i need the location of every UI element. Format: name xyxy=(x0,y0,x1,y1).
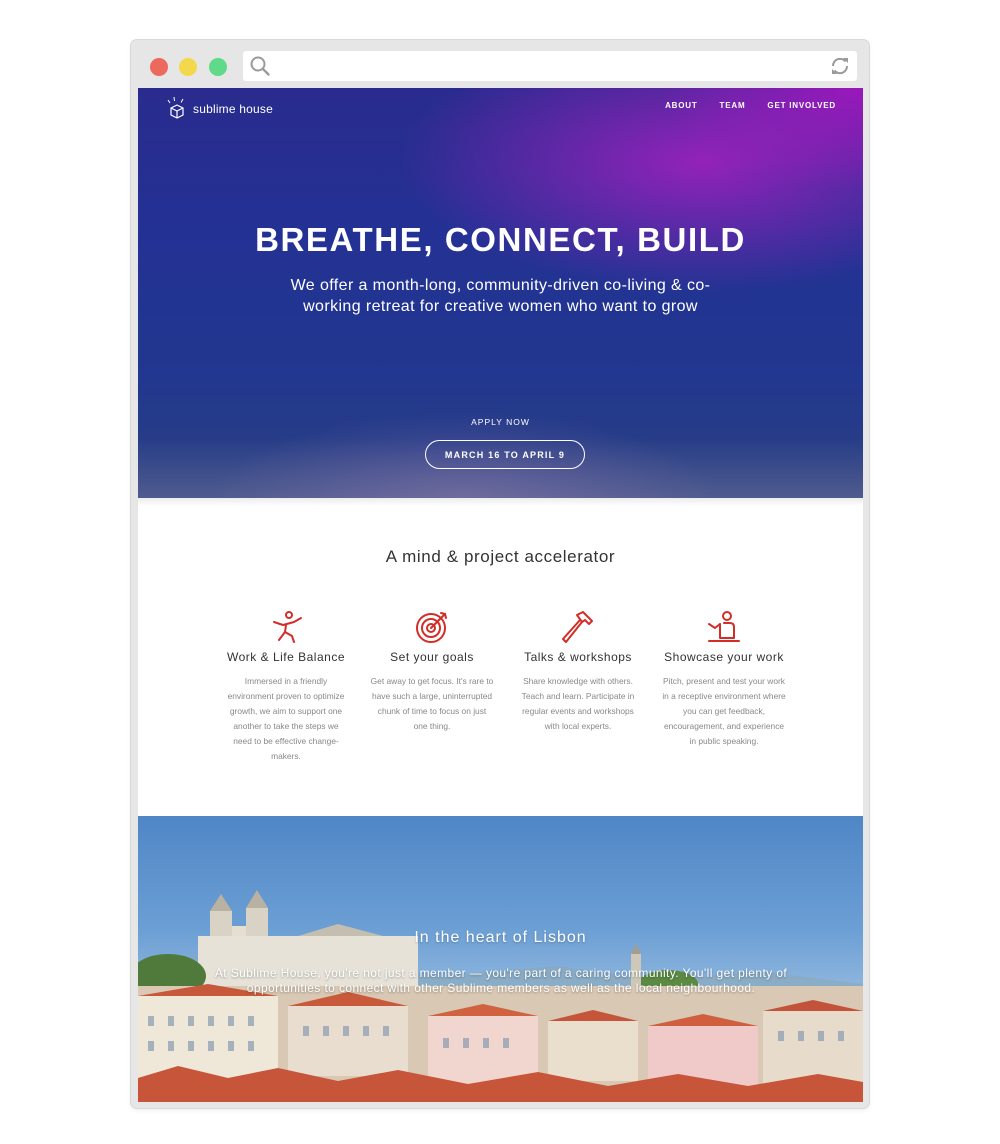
lisbon-section: In the heart of Lisbon At Sublime House,… xyxy=(138,816,863,1102)
hero-section: sublime house ABOUT TEAM GET INVOLVED BR… xyxy=(138,88,863,498)
lisbon-cityscape-image xyxy=(138,890,863,1102)
target-icon xyxy=(416,612,447,643)
feature-item: Work & Life Balance Immersed in a friend… xyxy=(221,610,351,764)
lisbon-title: In the heart of Lisbon xyxy=(414,929,587,946)
feature-description: Share knowledge with others. Teach and l… xyxy=(521,676,635,731)
maximize-window-button[interactable] xyxy=(209,58,227,76)
nav-get-involved[interactable]: GET INVOLVED xyxy=(767,101,836,110)
feature-item: Set your goals Get away to get focus. It… xyxy=(367,610,497,734)
reload-icon[interactable] xyxy=(829,55,851,77)
feature-description: Immersed in a friendly environment prove… xyxy=(227,676,345,761)
nav-team[interactable]: TEAM xyxy=(720,101,746,110)
site-logo[interactable]: sublime house xyxy=(164,96,273,122)
hero-title: BREATHE, CONNECT, BUILD xyxy=(255,221,746,258)
browser-toolbar xyxy=(131,40,869,88)
hero-subtitle: We offer a month-long, community-driven … xyxy=(290,277,711,315)
feature-item: Talks & workshops Share knowledge with o… xyxy=(513,610,643,734)
address-bar[interactable] xyxy=(243,51,857,81)
apply-now-label: APPLY NOW xyxy=(471,417,530,427)
section-title: A mind & project accelerator xyxy=(385,547,616,566)
nav-about[interactable]: ABOUT xyxy=(665,101,697,110)
logo-text: sublime house xyxy=(193,102,273,116)
close-window-button[interactable] xyxy=(150,58,168,76)
feature-title: Showcase your work xyxy=(664,650,784,664)
dates-button[interactable]: MARCH 16 TO APRIL 9 xyxy=(425,440,585,469)
section-divider xyxy=(138,498,863,506)
feature-item: Showcase your work Pitch, present and te… xyxy=(659,610,789,749)
search-icon xyxy=(250,56,270,76)
main-nav: ABOUT TEAM GET INVOLVED xyxy=(643,101,836,110)
house-logo-icon xyxy=(167,96,184,119)
lisbon-description: At Sublime House, you're not just a memb… xyxy=(214,966,788,995)
browser-window: sublime house ABOUT TEAM GET INVOLVED BR… xyxy=(131,40,869,1108)
feature-description: Get away to get focus. It's rare to have… xyxy=(370,676,494,731)
features-section: A mind & project accelerator Work & Life… xyxy=(138,498,863,816)
feature-title: Work & Life Balance xyxy=(227,650,345,664)
feature-title: Talks & workshops xyxy=(524,650,632,664)
feature-title: Set your goals xyxy=(390,650,474,664)
person-jumping-icon xyxy=(273,611,302,643)
page-viewport: sublime house ABOUT TEAM GET INVOLVED BR… xyxy=(138,88,863,1102)
hammer-icon xyxy=(562,611,593,643)
minimize-window-button[interactable] xyxy=(179,58,197,76)
presenter-icon xyxy=(708,611,740,642)
feature-description: Pitch, present and test your work in a r… xyxy=(662,676,786,746)
